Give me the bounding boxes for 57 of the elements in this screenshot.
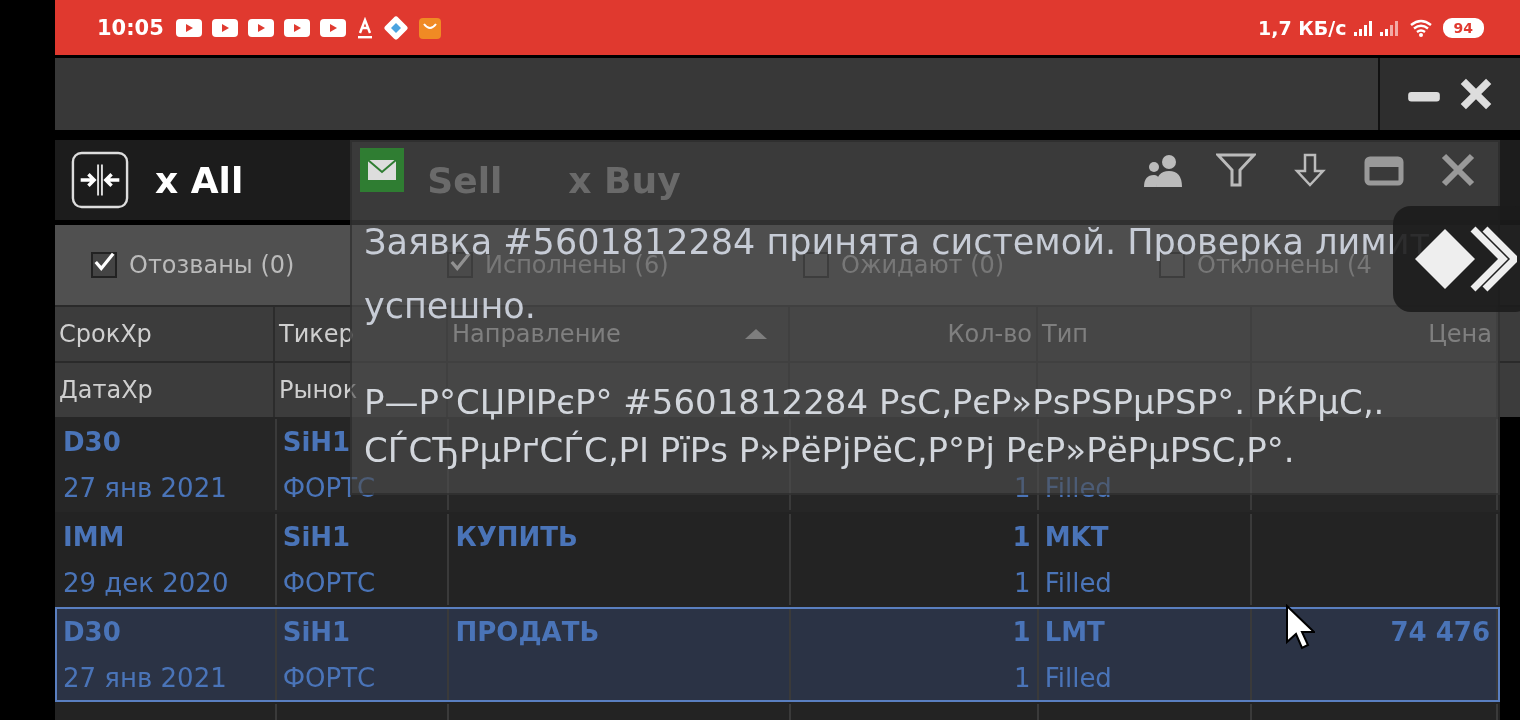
- column-header[interactable]: СрокХр: [59, 320, 152, 348]
- table-row[interactable]: IMM 29 дек 2020 SiH1 ФОРТС КУПИТЬ 1 1 MKT Filled: [55, 512, 1500, 607]
- mouse-cursor-icon: [1285, 604, 1315, 652]
- tab[interactable]: x All: [151, 159, 248, 201]
- column-header[interactable]: Тип: [1042, 320, 1088, 348]
- table-cell: SiH1: [282, 427, 351, 457]
- signal-icon: [1378, 19, 1399, 36]
- table-cell: MKT: [1044, 522, 1109, 552]
- filter-icon[interactable]: [1216, 153, 1256, 187]
- table-cell: 74 476: [1390, 617, 1490, 647]
- letter-app-icon: [355, 16, 374, 39]
- column-header[interactable]: Тикер: [279, 320, 354, 348]
- video-app-icon: [211, 18, 238, 37]
- video-app-icon: [175, 18, 202, 37]
- table-cell: 1: [1012, 617, 1031, 647]
- table-cell: 27 янв 2021: [63, 473, 227, 503]
- table-cell: Filled: [1044, 663, 1112, 693]
- table-cell: 1: [1014, 473, 1031, 503]
- wifi-icon: [1408, 18, 1433, 37]
- table-cell: 1: [1014, 568, 1031, 598]
- table-cell: ПРОДАТЬ: [455, 617, 600, 647]
- table-cell: Filled: [1044, 473, 1112, 503]
- sort-ascending-icon: [744, 328, 768, 340]
- table-cell: 27 янв 2021: [63, 663, 227, 693]
- table-cell: 1: [1014, 663, 1031, 693]
- table-cell: D30: [63, 427, 121, 457]
- column-header[interactable]: Цена: [1428, 320, 1492, 348]
- table-cell: 29 дек 2020: [63, 568, 229, 598]
- video-app-icon: [247, 18, 274, 37]
- table-cell: Filled: [1044, 568, 1112, 598]
- video-app-icon: [319, 18, 346, 37]
- collapse-icon[interactable]: [71, 151, 129, 209]
- table-cell: ФОРТС: [282, 663, 376, 693]
- filter-label: Отозваны (0): [129, 251, 295, 279]
- table-cell: SiH1: [282, 617, 351, 647]
- table-cell: ФОРТС: [282, 568, 376, 598]
- envelope-icon: [360, 148, 404, 192]
- table-cell: ФОРТС: [282, 473, 376, 503]
- table-cell: SiH1: [282, 522, 351, 552]
- users-icon[interactable]: [1142, 153, 1182, 187]
- signal-icon: [1352, 19, 1373, 36]
- table-cell: 1: [1012, 522, 1031, 552]
- table-cell: D30: [63, 617, 121, 647]
- table-cell: IMM: [63, 522, 125, 552]
- network-speed: 1,7 КБ/с: [1258, 16, 1347, 39]
- video-app-icon: [283, 18, 310, 37]
- message-text: СЃСЂРµРґСЃС‚РІ РїРѕ Р»РёРјРёС‚Р°Рј РєР»РёРµРЅС‚Р°.: [364, 430, 1295, 472]
- column-header[interactable]: ДатаХр: [59, 376, 153, 404]
- table-cell: LMT: [1044, 617, 1105, 647]
- column-header[interactable]: Кол-во: [947, 320, 1032, 348]
- shop-bag-icon: [417, 15, 442, 40]
- checkbox[interactable]: [91, 252, 117, 278]
- table-cell: КУПИТЬ: [455, 522, 578, 552]
- battery-level: 94: [1442, 17, 1484, 38]
- table-row[interactable]: D30 27 янв 2021 SiH1 ФОРТС ПРОДАТЬ 1 1 LMT Filled 74 476: [55, 607, 1500, 702]
- column-header[interactable]: Рынок: [279, 376, 358, 404]
- clock-time: 10:05: [97, 15, 164, 40]
